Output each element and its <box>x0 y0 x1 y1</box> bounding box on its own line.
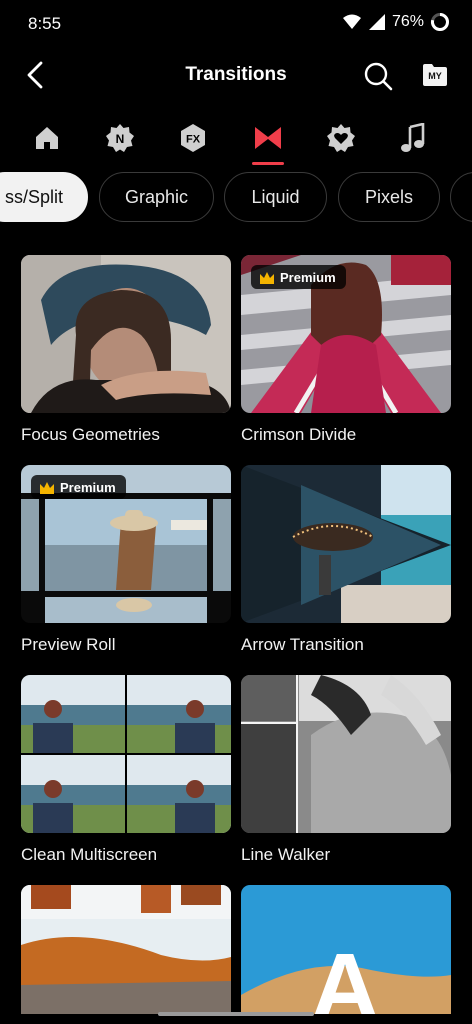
template-card[interactable]: Premium Crimson Divide <box>241 255 451 444</box>
template-thumbnail[interactable] <box>21 675 231 833</box>
premium-badge: Premium <box>31 475 126 499</box>
template-card[interactable]: A <box>241 885 451 1014</box>
template-thumbnail[interactable]: A <box>241 885 451 1014</box>
template-title: Preview Roll <box>21 635 116 654</box>
premium-label: Premium <box>60 479 116 495</box>
home-icon <box>36 127 58 149</box>
heart-badge-icon <box>327 124 355 152</box>
template-thumbnail[interactable] <box>21 885 231 1014</box>
top-app-bar: Transitions MY <box>0 48 472 104</box>
page-title: Transitions <box>185 64 287 85</box>
chip-graphic[interactable]: Graphic <box>99 172 214 222</box>
active-tab-indicator <box>252 162 284 165</box>
status-icons: 76% <box>342 12 450 32</box>
music-note-icon <box>401 123 425 152</box>
my-label: MY <box>428 71 442 81</box>
my-library-button[interactable]: MY <box>421 62 449 88</box>
home-indicator[interactable] <box>158 1012 314 1016</box>
status-time: 8:55 <box>28 14 62 33</box>
chip-liquid[interactable]: Liquid <box>224 172 327 222</box>
template-overlay-letter: A <box>310 934 379 1014</box>
template-title: Focus Geometries <box>21 425 160 444</box>
template-title: Clean Multiscreen <box>21 845 158 864</box>
template-card[interactable]: Premium Preview Roll <box>21 465 231 654</box>
search-button[interactable] <box>362 60 394 92</box>
template-title: Crimson Divide <box>241 425 357 444</box>
template-card[interactable]: Arrow Transition <box>241 465 451 654</box>
premium-badge: Premium <box>251 265 346 289</box>
premium-label: Premium <box>280 269 336 285</box>
fx-badge-letters: FX <box>186 134 201 146</box>
tab-home[interactable] <box>29 120 65 156</box>
template-card[interactable]: Clean Multiscreen <box>21 675 231 864</box>
chip-next-partial[interactable] <box>450 172 472 222</box>
battery-percent: 76% <box>391 13 424 30</box>
bowtie-icon <box>255 127 281 149</box>
search-icon <box>364 62 393 91</box>
template-thumbnail[interactable] <box>241 465 451 623</box>
new-badge-icon: N <box>106 124 134 152</box>
tab-favorites[interactable] <box>323 120 359 156</box>
template-card[interactable]: Focus Geometries <box>21 255 231 444</box>
fx-badge-icon: FX <box>181 124 205 152</box>
status-bar: 8:55 76% <box>0 0 472 48</box>
chip-glass-split[interactable]: ss/Split <box>0 172 88 222</box>
tab-effects[interactable]: FX <box>175 120 211 156</box>
category-tabs: N FX <box>0 112 472 168</box>
template-thumbnail[interactable]: Premium <box>241 255 451 413</box>
crown-icon <box>40 481 54 494</box>
template-thumbnail[interactable]: Premium <box>21 465 231 623</box>
template-title: Arrow Transition <box>241 635 364 654</box>
template-card[interactable]: Line Walker <box>241 675 451 864</box>
template-thumbnail[interactable] <box>21 255 231 413</box>
battery-ring-icon <box>430 13 449 31</box>
template-title: Line Walker <box>241 845 331 864</box>
tab-new[interactable]: N <box>102 120 138 156</box>
tab-transitions[interactable] <box>250 120 286 156</box>
template-card[interactable] <box>21 885 231 1014</box>
crown-icon <box>260 271 274 284</box>
template-thumbnail[interactable] <box>241 675 451 833</box>
chip-pixels[interactable]: Pixels <box>338 172 440 222</box>
filter-chips: ss/Split Graphic Liquid Pixels <box>0 170 472 226</box>
wifi-icon <box>342 14 361 29</box>
signal-icon <box>368 14 385 30</box>
tab-music[interactable] <box>395 120 431 156</box>
new-badge-letter: N <box>116 132 125 146</box>
